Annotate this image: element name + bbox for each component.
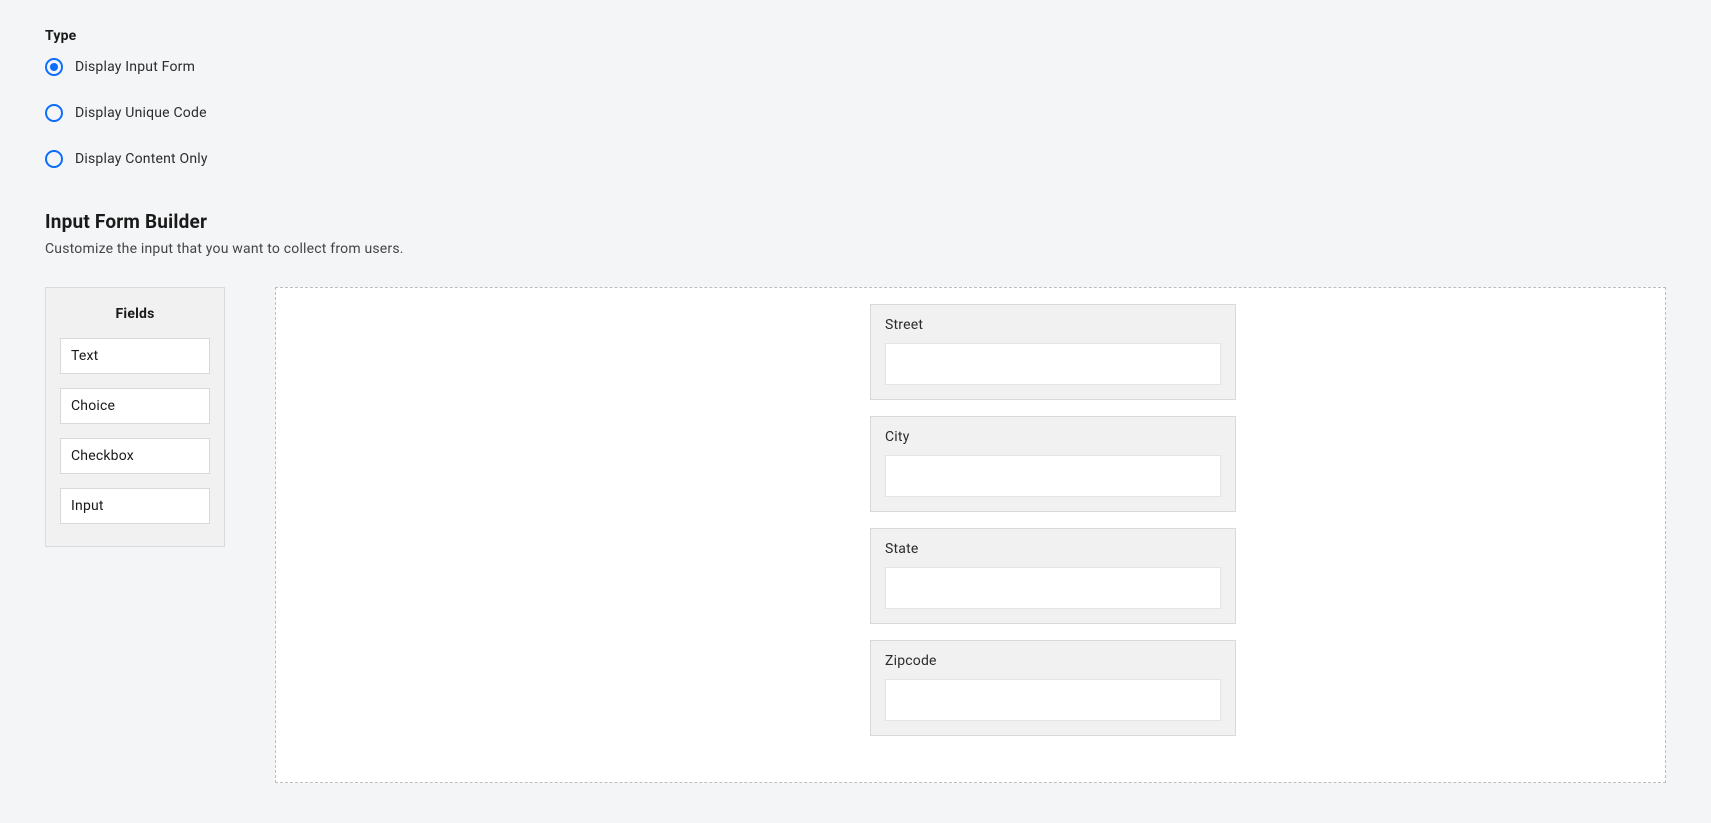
- field-item-checkbox[interactable]: Checkbox: [60, 438, 210, 474]
- field-item-input[interactable]: Input: [60, 488, 210, 524]
- fields-panel-title: Fields: [60, 306, 210, 322]
- form-field-city[interactable]: City: [870, 416, 1236, 512]
- type-radio-content-only[interactable]: Display Content Only: [45, 150, 1666, 168]
- field-item-choice[interactable]: Choice: [60, 388, 210, 424]
- builder-subheading: Customize the input that you want to col…: [45, 241, 1666, 257]
- form-canvas[interactable]: Street City State Zipcode: [275, 287, 1666, 783]
- radio-label: Display Content Only: [75, 151, 208, 167]
- form-field-input[interactable]: [885, 567, 1221, 609]
- form-field-input[interactable]: [885, 679, 1221, 721]
- form-field-street[interactable]: Street: [870, 304, 1236, 400]
- form-field-label: City: [885, 429, 1221, 445]
- radio-icon: [45, 104, 63, 122]
- radio-icon: [45, 58, 63, 76]
- radio-icon: [45, 150, 63, 168]
- form-field-label: Street: [885, 317, 1221, 333]
- form-field-label: Zipcode: [885, 653, 1221, 669]
- builder-heading: Input Form Builder: [45, 210, 1666, 233]
- type-radio-group: Display Input Form Display Unique Code D…: [45, 58, 1666, 168]
- radio-label: Display Unique Code: [75, 105, 207, 121]
- radio-label: Display Input Form: [75, 59, 195, 75]
- form-field-input[interactable]: [885, 343, 1221, 385]
- type-heading: Type: [45, 28, 1666, 44]
- type-radio-unique-code[interactable]: Display Unique Code: [45, 104, 1666, 122]
- form-field-label: State: [885, 541, 1221, 557]
- form-field-zipcode[interactable]: Zipcode: [870, 640, 1236, 736]
- form-field-state[interactable]: State: [870, 528, 1236, 624]
- type-radio-input-form[interactable]: Display Input Form: [45, 58, 1666, 76]
- field-item-text[interactable]: Text: [60, 338, 210, 374]
- form-field-input[interactable]: [885, 455, 1221, 497]
- fields-panel: Fields Text Choice Checkbox Input: [45, 287, 225, 547]
